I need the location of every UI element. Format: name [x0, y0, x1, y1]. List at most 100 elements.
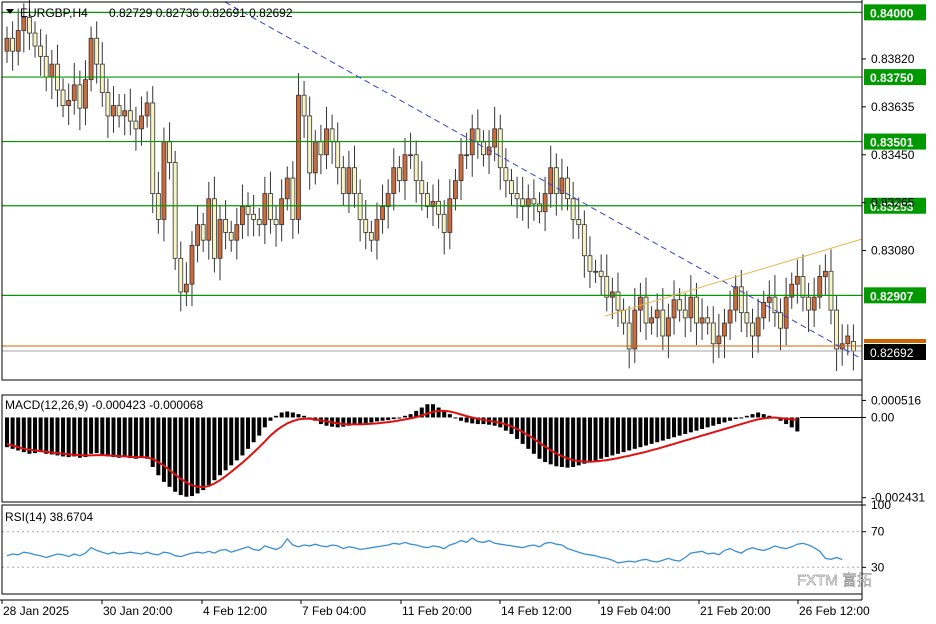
candle-body-down [553, 167, 559, 194]
price-tick-label: 0.83080 [871, 244, 915, 258]
macd-bar [77, 417, 82, 458]
candle-body-up [716, 335, 722, 345]
candle-body-up [722, 322, 727, 337]
candle-body-down [290, 177, 296, 220]
candle-body-up [284, 177, 290, 200]
candle [834, 295, 839, 371]
candle [520, 176, 526, 221]
candle [178, 241, 184, 312]
candle [581, 210, 587, 278]
macd-bar [700, 417, 705, 430]
macd-bar [27, 417, 32, 454]
macd-bar [218, 417, 222, 476]
macd-tick-label: 0.00 [871, 410, 895, 424]
candle-body-down [604, 276, 610, 298]
candle [828, 249, 834, 325]
candle-body-down [565, 177, 570, 200]
macd-bar [16, 417, 21, 451]
macd-bar [212, 417, 217, 481]
candle [447, 179, 453, 250]
candle [391, 148, 397, 211]
candle [111, 86, 116, 133]
candle [503, 148, 509, 198]
candle-body-up [637, 296, 643, 311]
candle [262, 176, 268, 245]
candle [38, 29, 44, 76]
macd-bar [694, 417, 699, 431]
candle [850, 324, 856, 371]
macd-bar [38, 417, 43, 453]
macd-bar [145, 417, 150, 459]
candle-body-up [262, 193, 268, 226]
candle-body-up [217, 219, 223, 259]
trend-lines [224, 1, 863, 359]
candle [329, 114, 335, 164]
macd-bar [649, 417, 654, 444]
macd-bar [5, 417, 9, 448]
candle [346, 150, 352, 214]
candle [537, 192, 542, 224]
macd-bar [610, 417, 615, 456]
candle-body-up [66, 99, 72, 106]
time-tick-label: 30 Jan 20:00 [103, 604, 173, 618]
dropdown-arrow-icon[interactable] [6, 9, 14, 14]
candle [301, 80, 307, 138]
candle-body-down [228, 232, 234, 241]
candle [492, 106, 498, 162]
macd-bar [246, 417, 251, 449]
candle-body-down [155, 193, 161, 220]
level-label: 0.84000 [870, 6, 914, 20]
price-tick-label: 0.83635 [871, 100, 915, 114]
rsi-tick-label: 30 [871, 560, 885, 574]
candle [682, 293, 688, 338]
candle-body-up [71, 84, 77, 101]
candle-body-up [783, 296, 789, 329]
macd-bar [711, 417, 716, 426]
candle-body-down [800, 276, 806, 298]
macd-bar [397, 417, 402, 419]
candle [621, 298, 626, 335]
macd-bar [582, 417, 587, 464]
candle-body-up [666, 317, 671, 337]
macd-bar [61, 417, 66, 457]
macd-bar [161, 417, 166, 482]
candle-body-up [4, 37, 10, 52]
candle [486, 130, 492, 175]
candle-body-down [307, 115, 313, 174]
candle-body-down [744, 312, 750, 324]
candle-body-down [509, 180, 514, 194]
candle-body-down [301, 94, 307, 117]
candle-body-down [77, 84, 83, 109]
candle [744, 290, 750, 338]
candle [307, 96, 313, 190]
candle-body-down [615, 291, 621, 311]
macd-bar [526, 417, 531, 449]
candle [570, 181, 576, 239]
candle [318, 124, 324, 175]
macd-bar [234, 417, 239, 461]
candle-body-down [256, 219, 262, 226]
macd-bar [105, 417, 110, 457]
candle [240, 184, 245, 239]
candle-body-up [688, 296, 694, 319]
macd-bar [44, 417, 49, 454]
candle [755, 298, 761, 353]
candle-body-down [32, 32, 38, 47]
macd-bar [49, 417, 54, 455]
candle [60, 78, 66, 118]
macd-bar [464, 417, 469, 423]
candle-body-up [755, 317, 761, 337]
candle [49, 49, 55, 100]
candle [436, 179, 442, 229]
macd-bar [223, 417, 228, 471]
candle [509, 168, 514, 206]
candle-body-up [49, 63, 55, 78]
candle [783, 277, 789, 346]
macd-bar [728, 417, 733, 421]
macd-bar [296, 414, 301, 418]
macd-bar [447, 414, 452, 418]
candle-body-down [43, 55, 49, 78]
time-tick-label: 11 Feb 20:00 [402, 604, 472, 618]
chart-canvas: 0.840000.837500.835010.832530.829070.826… [0, 0, 926, 618]
time-tick-label: 4 Feb 12:00 [203, 604, 267, 618]
